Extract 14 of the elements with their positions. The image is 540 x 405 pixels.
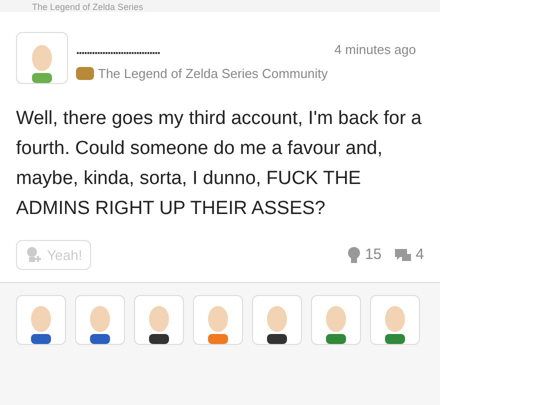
yeah-avatar[interactable] xyxy=(16,295,66,345)
yeah-avatar[interactable] xyxy=(134,295,184,345)
header-title: The Legend of Zelda Series xyxy=(32,2,144,12)
yeah-avatar[interactable] xyxy=(252,295,302,345)
username[interactable]: ................................ xyxy=(76,40,160,60)
reply-count: 4 xyxy=(416,244,424,265)
community-icon xyxy=(76,66,94,80)
comment-icon xyxy=(394,248,412,262)
user-avatar[interactable] xyxy=(16,32,68,84)
community-link[interactable]: The Legend of Zelda Series Community xyxy=(98,64,328,83)
yeah-count: 15 xyxy=(364,244,382,265)
yeah-avatar[interactable] xyxy=(75,295,125,345)
post-time: 4 minutes ago xyxy=(334,41,416,59)
post-body: Well, there goes my third account, I'm back for a fourth. Could someone do me a favour and, maybe, kinda, sorta, I dunno, FUCK THE ADMINS RIGHT UP THEIR ASSES? xyxy=(15,107,423,221)
